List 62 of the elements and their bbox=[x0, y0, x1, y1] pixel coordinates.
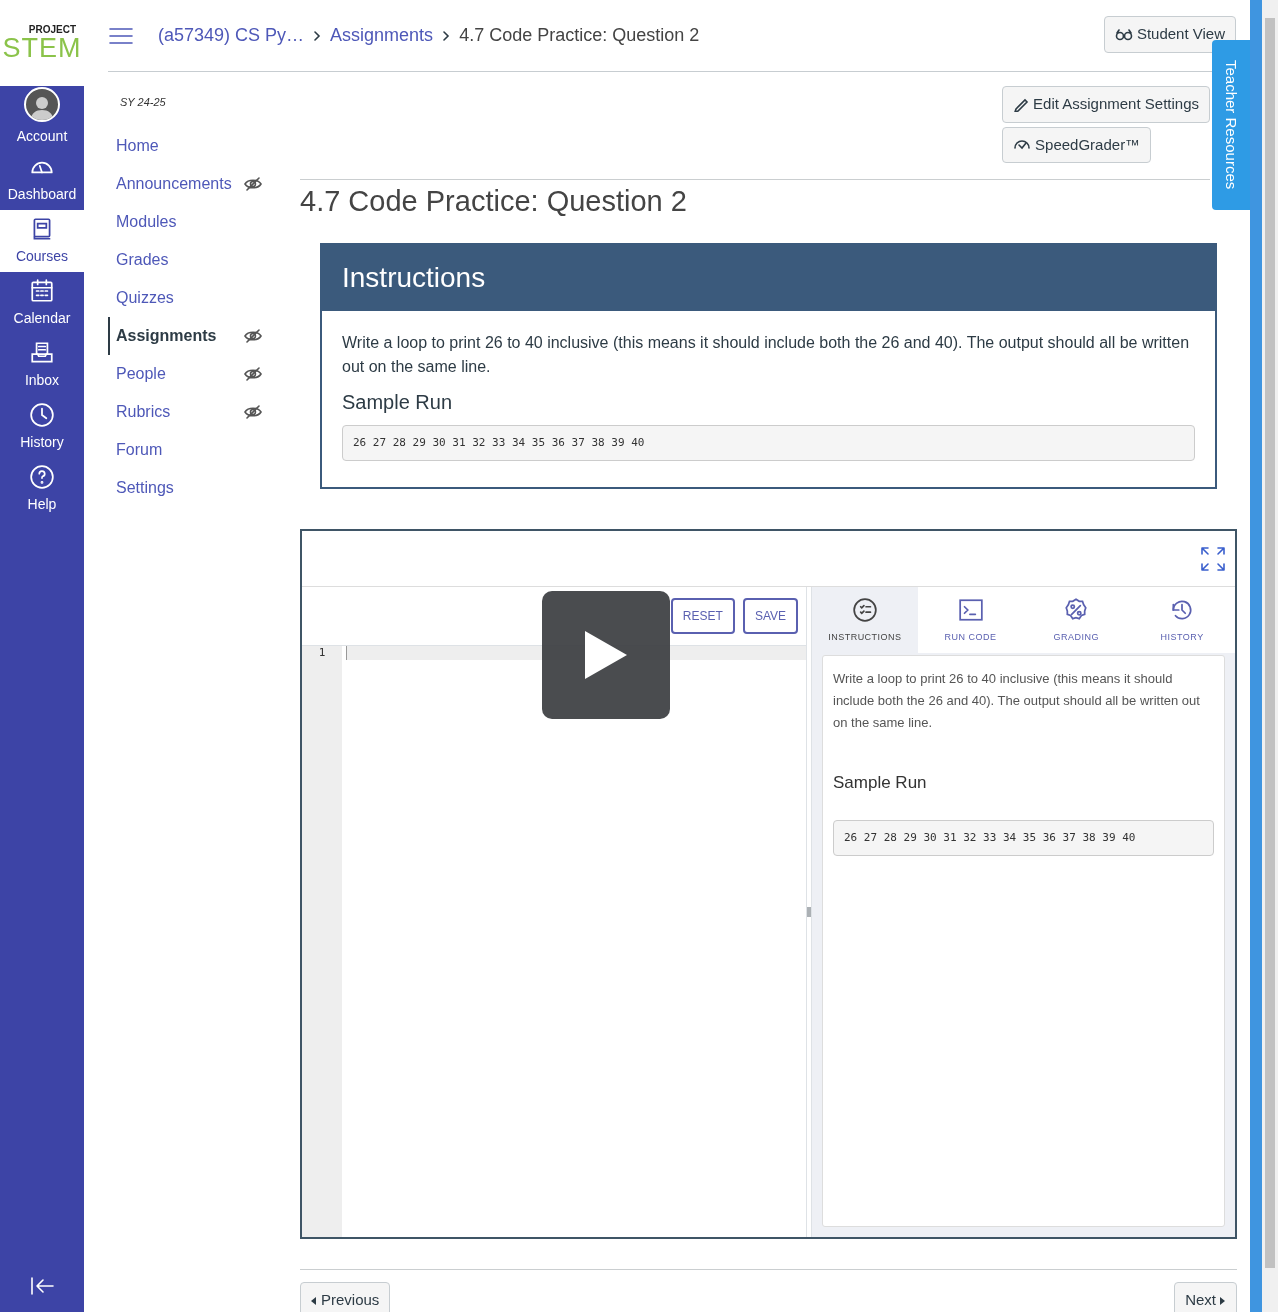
help-icon bbox=[29, 463, 55, 490]
student-view-button[interactable]: Student View bbox=[1103, 16, 1236, 53]
ide-tab[interactable]: HISTORY bbox=[1129, 587, 1235, 654]
term-label: SY 24-25 bbox=[119, 95, 167, 110]
play-icon bbox=[583, 629, 629, 682]
editor-button[interactable]: RESET bbox=[670, 598, 735, 635]
scrollbar[interactable] bbox=[1262, 0, 1278, 1312]
instructions-heading: Instructions bbox=[322, 244, 1215, 311]
action-button[interactable]: Edit Assignment Settings bbox=[1002, 86, 1210, 123]
instructions-text: Write a loop to print 26 to 40 inclusive (this means it should include both the 26 and 40). The output should all be written out on the same line. bbox=[342, 332, 1191, 377]
breadcrumb-link[interactable]: Assignments bbox=[330, 22, 434, 49]
course-nav-link[interactable]: Quizzes bbox=[108, 278, 174, 317]
terminal-icon bbox=[957, 596, 984, 623]
nav-item[interactable]: Dashboard bbox=[0, 148, 84, 210]
logo-text: PROJECT bbox=[28, 24, 76, 35]
next-button[interactable]: Next bbox=[1174, 1282, 1237, 1312]
course-nav-link[interactable]: Modules bbox=[108, 202, 177, 241]
play-button[interactable] bbox=[542, 591, 670, 720]
course-nav-link[interactable]: Home bbox=[108, 126, 159, 165]
resize-handle-icon[interactable] bbox=[807, 907, 811, 918]
nav-item[interactable]: Account bbox=[0, 86, 84, 148]
ide-tab[interactable]: RUN CODE bbox=[917, 587, 1024, 654]
expand-icon bbox=[1199, 544, 1227, 573]
calendar-icon bbox=[29, 277, 55, 304]
nav-item[interactable]: Courses bbox=[0, 210, 84, 272]
instructions-text: Write a loop to print 26 to 40 inclusive (this means it should include both the 26 and 40). The output should all be written out on the same line. bbox=[833, 670, 1201, 733]
ide-tab[interactable]: GRADING bbox=[1023, 587, 1130, 654]
course-nav-link[interactable]: Announcements bbox=[108, 164, 232, 203]
course-nav-link[interactable]: Settings bbox=[108, 468, 174, 507]
glasses-icon bbox=[1114, 27, 1133, 42]
course-nav-link[interactable]: Grades bbox=[108, 240, 169, 279]
caret-left-icon bbox=[311, 1296, 317, 1305]
logo-text: STEM bbox=[2, 34, 82, 62]
editor-button[interactable]: SAVE bbox=[742, 598, 798, 635]
collapse-icon bbox=[29, 1276, 55, 1296]
nav-item[interactable]: Calendar bbox=[0, 272, 84, 334]
previous-button[interactable]: Previous bbox=[300, 1282, 391, 1312]
course-nav-link[interactable]: Assignments bbox=[108, 316, 217, 355]
chevron-icon bbox=[441, 30, 452, 41]
course-nav-link[interactable]: People bbox=[108, 354, 166, 393]
breadcrumb-current: 4.7 Code Practice: Question 2 bbox=[459, 24, 700, 47]
percent-badge-icon bbox=[1063, 596, 1090, 623]
caret-right-icon bbox=[1220, 1296, 1226, 1305]
checklist-icon bbox=[851, 596, 878, 623]
course-nav-link[interactable]: Rubrics bbox=[108, 392, 171, 431]
nav-item[interactable]: History bbox=[0, 396, 84, 458]
checkmark-gauge-icon bbox=[1013, 137, 1032, 152]
nav-item[interactable]: Inbox bbox=[0, 334, 84, 396]
chevron-icon bbox=[312, 30, 323, 41]
sample-run-heading: Sample Run bbox=[833, 772, 928, 795]
pencil-icon bbox=[1013, 96, 1030, 113]
clock-icon bbox=[29, 401, 55, 428]
course-nav-link[interactable]: Forum bbox=[108, 430, 163, 469]
sample-output: 26 27 28 29 30 31 32 33 34 35 36 37 38 39 40 bbox=[342, 424, 1195, 462]
avatar-icon bbox=[24, 87, 60, 122]
inbox-icon bbox=[29, 339, 55, 366]
action-button[interactable]: SpeedGrader™ bbox=[1002, 126, 1152, 163]
line-number: 1 bbox=[317, 646, 327, 661]
breadcrumb-link[interactable]: (a57349) CS Py… bbox=[158, 22, 305, 49]
sample-output: 26 27 28 29 30 31 32 33 34 35 36 37 38 39 40 bbox=[833, 819, 1214, 857]
sample-run-heading: Sample Run bbox=[342, 389, 454, 415]
nav-item[interactable]: Help bbox=[0, 458, 84, 520]
